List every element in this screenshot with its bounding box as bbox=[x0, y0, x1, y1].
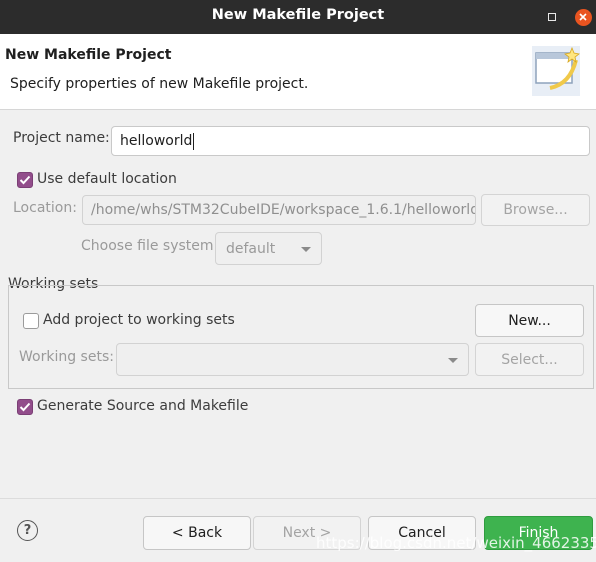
wizard-title: New Makefile Project bbox=[5, 47, 172, 63]
wizard-description: Specify properties of new Makefile proje… bbox=[10, 76, 309, 92]
location-value: /home/whs/STM32CubeIDE/workspace_1.6.1/h… bbox=[91, 202, 475, 218]
text-cursor bbox=[193, 132, 195, 150]
minimize-icon bbox=[548, 13, 556, 21]
project-name-label: Project name: bbox=[13, 130, 110, 146]
new-project-wizard-icon bbox=[532, 46, 580, 96]
back-button[interactable]: < Back bbox=[143, 516, 251, 550]
watermark-text: https://blog.csdn.net/weixin_46623350 bbox=[316, 534, 596, 552]
generate-source-label: Generate Source and Makefile bbox=[37, 398, 249, 414]
select-working-sets-button[interactable]: Select... bbox=[475, 343, 584, 376]
file-system-value: default bbox=[226, 240, 276, 257]
checkmark-icon bbox=[19, 402, 31, 412]
project-name-value: helloworld bbox=[120, 133, 193, 149]
wizard-header: New Makefile Project Specify properties … bbox=[0, 34, 596, 110]
add-to-working-sets-checkbox[interactable] bbox=[23, 313, 39, 329]
checkmark-icon bbox=[19, 175, 31, 185]
close-button[interactable] bbox=[572, 6, 594, 28]
location-input[interactable]: /home/whs/STM32CubeIDE/workspace_1.6.1/h… bbox=[82, 195, 476, 225]
minimize-button[interactable] bbox=[541, 6, 563, 28]
close-icon bbox=[574, 8, 592, 26]
add-to-working-sets-label: Add project to working sets bbox=[43, 312, 235, 328]
help-icon[interactable]: ? bbox=[17, 520, 38, 541]
browse-button[interactable]: Browse... bbox=[481, 194, 590, 226]
working-sets-label: Working sets: bbox=[19, 349, 114, 365]
location-label: Location: bbox=[13, 200, 77, 216]
window-title: New Makefile Project bbox=[211, 7, 385, 23]
project-name-input[interactable]: helloworld bbox=[111, 126, 590, 156]
use-default-location-label: Use default location bbox=[37, 171, 177, 187]
window-titlebar: New Makefile Project bbox=[0, 0, 596, 34]
working-sets-select[interactable] bbox=[116, 343, 469, 376]
new-working-set-button[interactable]: New... bbox=[475, 304, 584, 337]
use-default-location-checkbox[interactable] bbox=[17, 172, 33, 188]
file-system-select[interactable]: default bbox=[215, 232, 322, 265]
generate-source-checkbox[interactable] bbox=[17, 399, 33, 415]
chevron-down-icon bbox=[448, 357, 458, 363]
chevron-down-icon bbox=[301, 246, 311, 252]
file-system-label: Choose file system: bbox=[81, 238, 219, 254]
